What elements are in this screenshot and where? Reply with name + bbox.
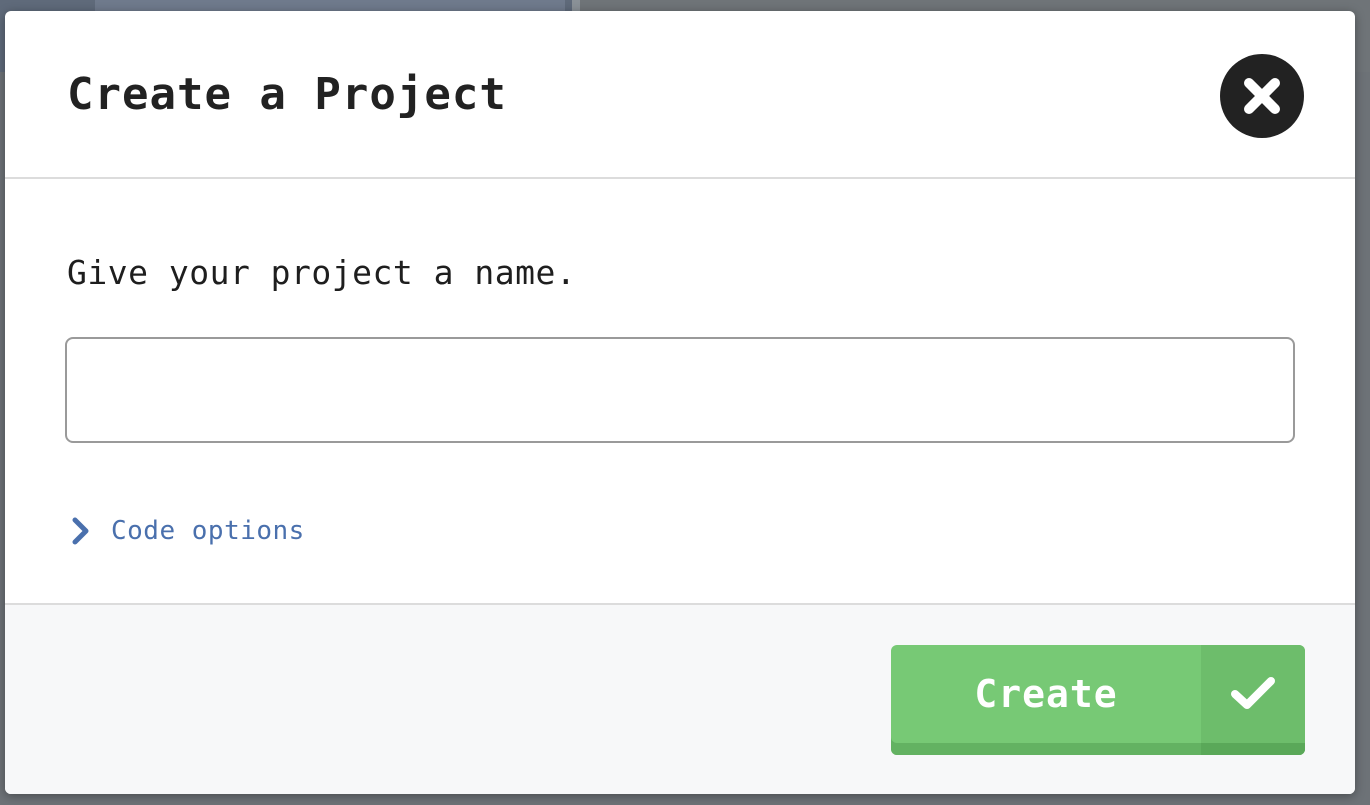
code-options-label: Code options [111,516,305,546]
close-button[interactable] [1220,54,1304,138]
create-button-icon-area [1201,645,1305,755]
dialog-body: Give your project a name. Code options [5,179,1355,603]
chevron-right-icon [71,516,93,546]
create-project-dialog: Create a Project Give your project a nam… [5,11,1355,794]
dialog-title: Create a Project [67,69,507,120]
checkmark-icon [1231,677,1275,709]
project-name-prompt: Give your project a name. [67,253,577,292]
project-name-input[interactable] [65,337,1295,443]
close-icon [1244,78,1280,114]
dialog-header: Create a Project [5,11,1355,179]
dialog-footer: Create [5,603,1355,794]
create-button[interactable]: Create [891,645,1305,755]
code-options-toggle[interactable]: Code options [71,513,305,549]
create-button-label: Create [974,672,1118,716]
